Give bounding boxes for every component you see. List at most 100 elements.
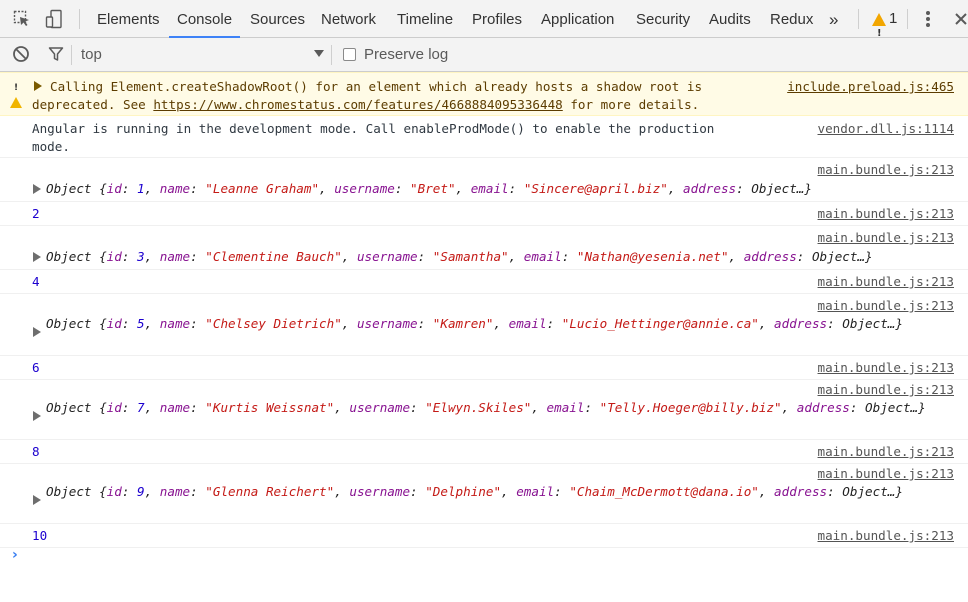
prop-value: 7 bbox=[137, 400, 145, 415]
console-number-message: 6 main.bundle.js:213 bbox=[0, 356, 968, 380]
object-label: Object bbox=[46, 484, 92, 499]
log-number: 8 bbox=[32, 444, 40, 459]
chromestatus-link[interactable]: https://www.chromestatus.com/features/46… bbox=[153, 97, 562, 112]
console-object-message: main.bundle.js:213 Object {id: 1, name: … bbox=[0, 158, 968, 202]
kebab-menu-icon[interactable] bbox=[918, 9, 938, 29]
tab-audits[interactable]: Audits bbox=[709, 0, 751, 38]
tab-sources[interactable]: Sources bbox=[250, 0, 305, 38]
log-number: 10 bbox=[32, 528, 48, 543]
prop-key: id bbox=[106, 484, 122, 499]
prop-key: email bbox=[508, 316, 547, 331]
object-preview[interactable]: Object {id: 7, name: "Kurtis Weissnat", … bbox=[46, 399, 926, 417]
more-tabs-chevron-icon[interactable]: » bbox=[829, 0, 838, 38]
warning-text-end: for more details. bbox=[562, 97, 700, 112]
tab-profiles[interactable]: Profiles bbox=[472, 0, 522, 38]
tab-network[interactable]: Network bbox=[321, 0, 376, 38]
object-preview[interactable]: Object {id: 5, name: "Chelsey Dietrich",… bbox=[46, 315, 926, 333]
source-link[interactable]: main.bundle.js:213 bbox=[818, 465, 954, 483]
close-icon[interactable] bbox=[951, 9, 968, 29]
source-link[interactable]: main.bundle.js:213 bbox=[818, 273, 954, 291]
prop-key: id bbox=[106, 400, 122, 415]
prop-value: 9 bbox=[137, 484, 145, 499]
tab-application[interactable]: Application bbox=[541, 0, 614, 38]
prop-key: address bbox=[743, 249, 797, 264]
devtools-tabbar: Elements Console Sources Network Timelin… bbox=[0, 0, 968, 54]
warning-counter[interactable]: 1 bbox=[872, 0, 898, 54]
prop-key: name bbox=[159, 484, 191, 499]
preserve-log-label: Preserve log bbox=[364, 46, 449, 63]
context-selector[interactable]: top bbox=[81, 46, 102, 63]
prop-key: email bbox=[523, 249, 562, 264]
object-label: Object bbox=[46, 181, 92, 196]
prop-key: name bbox=[159, 316, 191, 331]
toolbar-divider bbox=[79, 9, 80, 29]
filter-icon[interactable] bbox=[46, 44, 66, 64]
object-preview[interactable]: Object {id: 1, name: "Leanne Graham", us… bbox=[46, 180, 812, 198]
warning-count: 1 bbox=[889, 10, 898, 27]
console-number-message: 4 main.bundle.js:213 bbox=[0, 270, 968, 294]
source-link[interactable]: include.preload.js:465 bbox=[787, 78, 954, 96]
prop-value: "Elwyn.Skiles" bbox=[425, 400, 532, 415]
tab-security[interactable]: Security bbox=[636, 0, 690, 38]
prop-value: "Leanne Graham" bbox=[205, 181, 320, 196]
console-log-message: Angular is running in the development mo… bbox=[0, 116, 968, 158]
source-link[interactable]: main.bundle.js:213 bbox=[818, 443, 954, 461]
prop-key: address bbox=[796, 400, 850, 415]
toolbar-divider bbox=[907, 9, 908, 29]
prop-key: address bbox=[683, 181, 737, 196]
console-prompt-chevron-icon[interactable]: › bbox=[12, 547, 18, 563]
source-link[interactable]: main.bundle.js:213 bbox=[818, 297, 954, 315]
prop-key: email bbox=[470, 181, 509, 196]
prop-value: "Bret" bbox=[410, 181, 456, 196]
tab-redux[interactable]: Redux bbox=[770, 0, 813, 38]
prop-key: username bbox=[356, 249, 418, 264]
console-warning-message: Calling Element.createShadowRoot() for a… bbox=[0, 72, 968, 116]
prop-value: "Lucio_Hettinger@annie.ca" bbox=[561, 316, 759, 331]
source-link[interactable]: main.bundle.js:213 bbox=[818, 229, 954, 247]
prop-value: "Clementine Bauch" bbox=[205, 249, 342, 264]
clear-console-icon[interactable] bbox=[11, 44, 31, 64]
console-object-message: main.bundle.js:213 Object {id: 5, name: … bbox=[0, 294, 968, 356]
source-link[interactable]: main.bundle.js:213 bbox=[818, 161, 954, 179]
prop-key: id bbox=[106, 181, 122, 196]
expand-triangle-icon[interactable] bbox=[33, 411, 41, 421]
source-link[interactable]: vendor.dll.js:1114 bbox=[818, 120, 954, 138]
prop-key: name bbox=[159, 249, 191, 264]
inspect-element-icon[interactable] bbox=[12, 9, 32, 29]
source-link[interactable]: main.bundle.js:213 bbox=[818, 381, 954, 399]
toolbar-divider bbox=[331, 45, 332, 65]
object-preview[interactable]: Object {id: 3, name: "Clementine Bauch",… bbox=[46, 248, 873, 266]
warning-icon bbox=[872, 12, 886, 54]
prop-value: "Sincere@april.biz" bbox=[523, 181, 668, 196]
prop-value: "Telly.Hoeger@billy.biz" bbox=[599, 400, 782, 415]
log-number: 2 bbox=[32, 206, 40, 221]
console-filterbar: top Preserve log bbox=[0, 38, 968, 72]
tab-console[interactable]: Console bbox=[169, 0, 241, 38]
expand-triangle-icon[interactable] bbox=[33, 495, 41, 505]
expand-triangle-icon[interactable] bbox=[33, 327, 41, 337]
prop-value: Object…} bbox=[842, 484, 903, 499]
prop-key: email bbox=[516, 484, 555, 499]
context-dropdown-arrow-icon[interactable] bbox=[309, 44, 329, 64]
expand-triangle-icon[interactable] bbox=[33, 252, 41, 262]
source-link[interactable]: main.bundle.js:213 bbox=[818, 527, 954, 545]
object-preview[interactable]: Object {id: 9, name: "Glenna Reichert", … bbox=[46, 483, 926, 501]
prop-key: username bbox=[334, 181, 395, 196]
prop-key: username bbox=[349, 400, 411, 415]
tab-timeline[interactable]: Timeline bbox=[397, 0, 453, 38]
object-label: Object bbox=[46, 249, 92, 264]
prop-value: "Kurtis Weissnat" bbox=[205, 400, 335, 415]
source-link[interactable]: main.bundle.js:213 bbox=[818, 205, 954, 223]
prop-value: "Nathan@yesenia.net" bbox=[576, 249, 729, 264]
prop-key: id bbox=[106, 249, 122, 264]
source-link[interactable]: main.bundle.js:213 bbox=[818, 359, 954, 377]
tab-elements[interactable]: Elements bbox=[97, 0, 160, 38]
preserve-log-checkbox[interactable] bbox=[343, 48, 356, 61]
console-input[interactable] bbox=[32, 548, 952, 568]
console-number-message: 8 main.bundle.js:213 bbox=[0, 440, 968, 464]
prop-key: name bbox=[159, 181, 191, 196]
console-object-message: main.bundle.js:213 Object {id: 7, name: … bbox=[0, 380, 968, 440]
device-toolbar-icon[interactable] bbox=[44, 9, 64, 29]
expand-triangle-icon[interactable] bbox=[33, 184, 41, 194]
prop-key: address bbox=[774, 484, 828, 499]
